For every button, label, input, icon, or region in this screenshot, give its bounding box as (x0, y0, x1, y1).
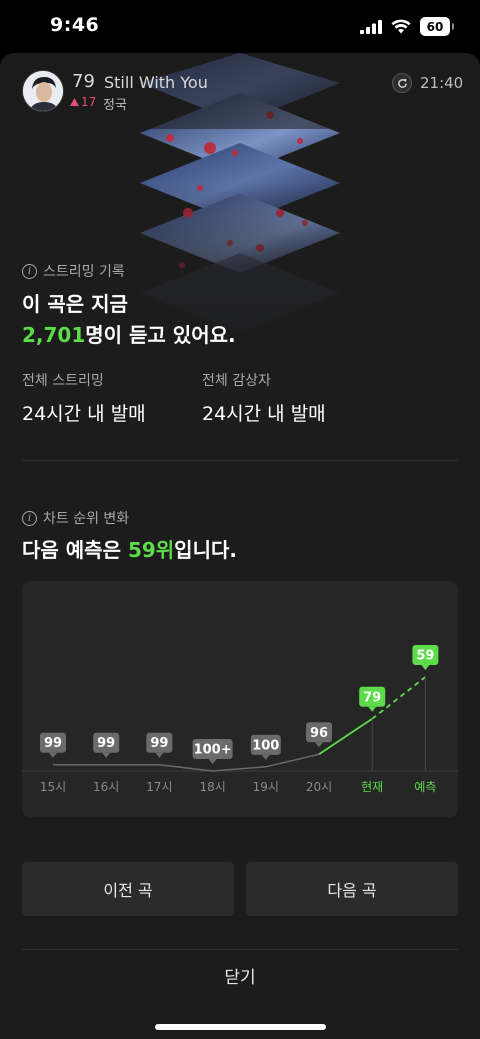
x-axis-label: 19시 (253, 780, 279, 794)
chart-rank-change-label: i 차트 순위 변화 (22, 508, 129, 528)
streaming-record-label-text: 스트리밍 기록 (43, 264, 125, 280)
battery-level: 60 (426, 19, 444, 34)
artist-avatar (22, 70, 64, 112)
rank-badge-label: 99 (44, 736, 62, 751)
refresh-icon (397, 78, 407, 88)
rank-up-icon (70, 98, 79, 106)
prediction-headline: 다음 예측은 59위입니다. (22, 534, 237, 563)
history-line (53, 753, 320, 772)
section-divider (22, 460, 458, 461)
prediction-prefix: 다음 예측은 (22, 538, 128, 562)
rank-badge-pointer (155, 752, 164, 758)
status-icons: 60 (360, 17, 454, 36)
rank-chart-svg: 99 15시 99 16시 99 17시 100+ 18시 100 19시 96 20시 79 현재 59 예… (22, 645, 458, 794)
wifi-icon (391, 19, 411, 34)
x-axis-label: 17시 (146, 780, 172, 794)
song-title: Still With You (104, 73, 208, 92)
prediction-rank: 59위 (127, 538, 175, 562)
info-icon: i (22, 263, 37, 279)
status-time: 9:46 (50, 14, 100, 36)
refresh-button[interactable] (392, 73, 412, 93)
rank-badge-label: 79 (363, 690, 381, 705)
next-song-button[interactable]: 다음 곡 (246, 862, 458, 916)
total-listeners-label: 전체 감상자 (202, 373, 271, 389)
rank-badge-pointer (102, 752, 111, 758)
song-detail-sheet: 79 Still With You 17 정국 21:40 i 스트리밍 기록 … (0, 53, 480, 1039)
update-time: 21:40 (420, 74, 464, 92)
home-indicator (155, 1024, 326, 1030)
listener-count-suffix: 명이 듣고 있어요. (85, 323, 236, 347)
battery-indicator: 60 (420, 17, 454, 36)
prev-song-button[interactable]: 이전 곡 (22, 862, 234, 916)
rank-badge-label: 99 (150, 736, 168, 751)
rank-badge-pointer (421, 665, 430, 670)
x-axis-label: 예측 (414, 780, 436, 794)
info-icon: i (22, 510, 37, 526)
streaming-record-label: i 스트리밍 기록 (22, 261, 125, 281)
rank-badge-pointer (261, 754, 270, 760)
x-axis-label: 20시 (306, 780, 332, 794)
artwork-fade (0, 183, 480, 383)
listener-count: 2,701 (22, 323, 86, 347)
close-button[interactable]: 닫기 (22, 950, 458, 1000)
rank-badge-label: 99 (97, 736, 115, 751)
listening-headline-line1: 이 곡은 지금 (22, 292, 128, 316)
song-header: 79 Still With You 17 정국 21:40 (0, 53, 480, 129)
total-listeners-value: 24시간 내 발매 (202, 403, 326, 425)
rank-badge-pointer (315, 742, 323, 748)
x-axis-label: 18시 (199, 780, 225, 794)
rank-badge-label: 96 (310, 726, 328, 741)
total-streams-label: 전체 스트리밍 (22, 373, 104, 389)
current-rank: 79 (72, 71, 95, 92)
chart-rank-change-label-text: 차트 순위 변화 (43, 511, 130, 527)
x-axis-label: 현재 (361, 780, 383, 794)
cellular-signal-icon (360, 19, 382, 34)
listening-headline-line2: 2,701명이 듣고 있어요. (22, 319, 236, 348)
prediction-suffix: 입니다. (174, 538, 237, 562)
rank-badge-pointer (368, 706, 377, 712)
rank-chart: 99 15시 99 16시 99 17시 100+ 18시 100 19시 96 20시 79 현재 59 예… (22, 581, 458, 817)
rank-badge-label: 100+ (194, 743, 232, 758)
status-bar: 9:46 60 (0, 0, 480, 52)
x-axis-label: 16시 (93, 780, 119, 794)
artist-name: 정국 (103, 98, 127, 113)
rank-badge-pointer (208, 759, 217, 764)
rank-badge-pointer (49, 752, 57, 758)
rank-badge-label: 59 (416, 649, 434, 664)
total-streams-value: 24시간 내 발매 (22, 403, 146, 425)
rank-change: 17 (70, 95, 96, 109)
rank-badge-label: 100 (252, 738, 279, 753)
x-axis-label: 15시 (40, 780, 66, 794)
rank-change-value: 17 (81, 95, 97, 109)
